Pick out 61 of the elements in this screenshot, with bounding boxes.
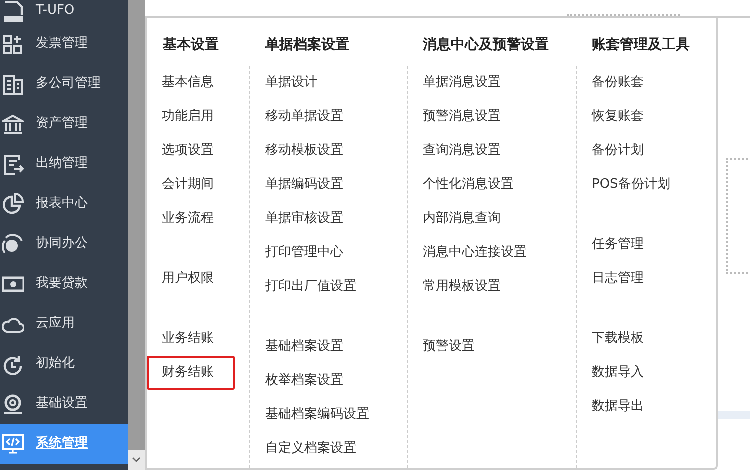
column-heading: 消息中心及预警设置 (422, 36, 550, 55)
menu-link[interactable]: 单据编码设置 (250, 168, 350, 202)
menu-link[interactable]: 业务结账 (147, 322, 235, 356)
menu-link[interactable]: 常用模板设置 (408, 270, 508, 304)
document-icon (2, 1, 24, 23)
menu-link[interactable]: 移动单据设置 (250, 100, 350, 134)
menu-link[interactable]: 业务流程 (147, 202, 235, 236)
menu-link[interactable]: 打印管理中心 (250, 236, 350, 270)
menu-link[interactable]: 移动模板设置 (250, 134, 350, 168)
menu-link[interactable]: 数据导入 (576, 356, 665, 390)
grid-plus-icon (2, 33, 24, 55)
sidebar-item[interactable]: 初始化 (0, 344, 128, 384)
menu-link[interactable]: 会计期间 (147, 168, 235, 202)
gear-icon (2, 393, 24, 415)
menu-link[interactable]: 选项设置 (147, 134, 235, 168)
sidebar-item[interactable]: 报表中心 (0, 184, 128, 224)
menu-link[interactable]: 枚举档案设置 (250, 364, 350, 398)
menu-link[interactable]: 单据设计 (250, 66, 338, 100)
menu-link[interactable]: 备份计划 (576, 134, 665, 168)
menu-link[interactable]: 消息中心连接设置 (408, 236, 534, 270)
building-icon (2, 73, 24, 95)
sidebar-item[interactable]: 资产管理 (0, 104, 128, 144)
signal-circle-icon (2, 233, 24, 255)
menu-link[interactable]: 基本信息 (147, 66, 235, 100)
exit-icon (2, 153, 24, 175)
sidebar-item[interactable]: 发票管理 (0, 24, 128, 64)
menu-link[interactable]: 数据导出 (576, 390, 665, 424)
menu-link[interactable]: 自定义档案设置 (250, 432, 362, 466)
menu-link[interactable]: 预警消息设置 (408, 100, 508, 134)
menu-link[interactable]: 预警设置 (408, 330, 496, 364)
refresh-icon (2, 353, 24, 375)
sidebar-item[interactable]: 多公司管理 (0, 64, 128, 104)
menu-link[interactable]: 打印出厂值设置 (250, 270, 362, 304)
pie-chart-icon (2, 193, 24, 215)
bank-icon (2, 113, 24, 135)
menu-link[interactable]: 下载模板 (576, 322, 665, 356)
sidebar-item[interactable]: 云应用 (0, 304, 128, 344)
menu-link[interactable]: 日志管理 (576, 262, 665, 296)
menu-link[interactable]: 用户权限 (147, 262, 235, 296)
sidebar-item[interactable]: 出纳管理 (0, 144, 128, 184)
menu-link[interactable]: POS备份计划 (576, 168, 676, 202)
monitor-code-icon (2, 433, 24, 455)
column-heading: 基本设置 (162, 36, 220, 55)
column-heading: 单据档案设置 (264, 36, 350, 55)
menu-link[interactable]: 基础档案设置 (250, 330, 350, 364)
sidebar-item[interactable]: 我要贷款 (0, 264, 128, 304)
menu-link[interactable]: 单据审核设置 (250, 202, 350, 236)
menu-link[interactable]: 基础档案编码设置 (250, 398, 376, 432)
menu-link[interactable]: 查询消息设置 (408, 134, 508, 168)
sidebar-item[interactable]: 协同办公 (0, 224, 128, 264)
menu-link[interactable]: 财务结账 (147, 356, 235, 390)
menu-link[interactable]: 备份账套 (576, 66, 665, 100)
menu-link[interactable]: 单据消息设置 (408, 66, 508, 100)
menu-link[interactable]: 功能启用 (147, 100, 235, 134)
menu-link[interactable]: 内部消息查询 (408, 202, 508, 236)
menu-link[interactable]: 个性化消息设置 (408, 168, 520, 202)
menu-link[interactable]: 恢复账套 (576, 100, 665, 134)
sidebar-item[interactable]: T-UFO (0, 0, 128, 24)
sidebar-item[interactable]: 基础设置 (0, 384, 128, 424)
menu-link[interactable]: 任务管理 (576, 228, 665, 262)
column-heading: 账套管理及工具 (590, 36, 691, 55)
